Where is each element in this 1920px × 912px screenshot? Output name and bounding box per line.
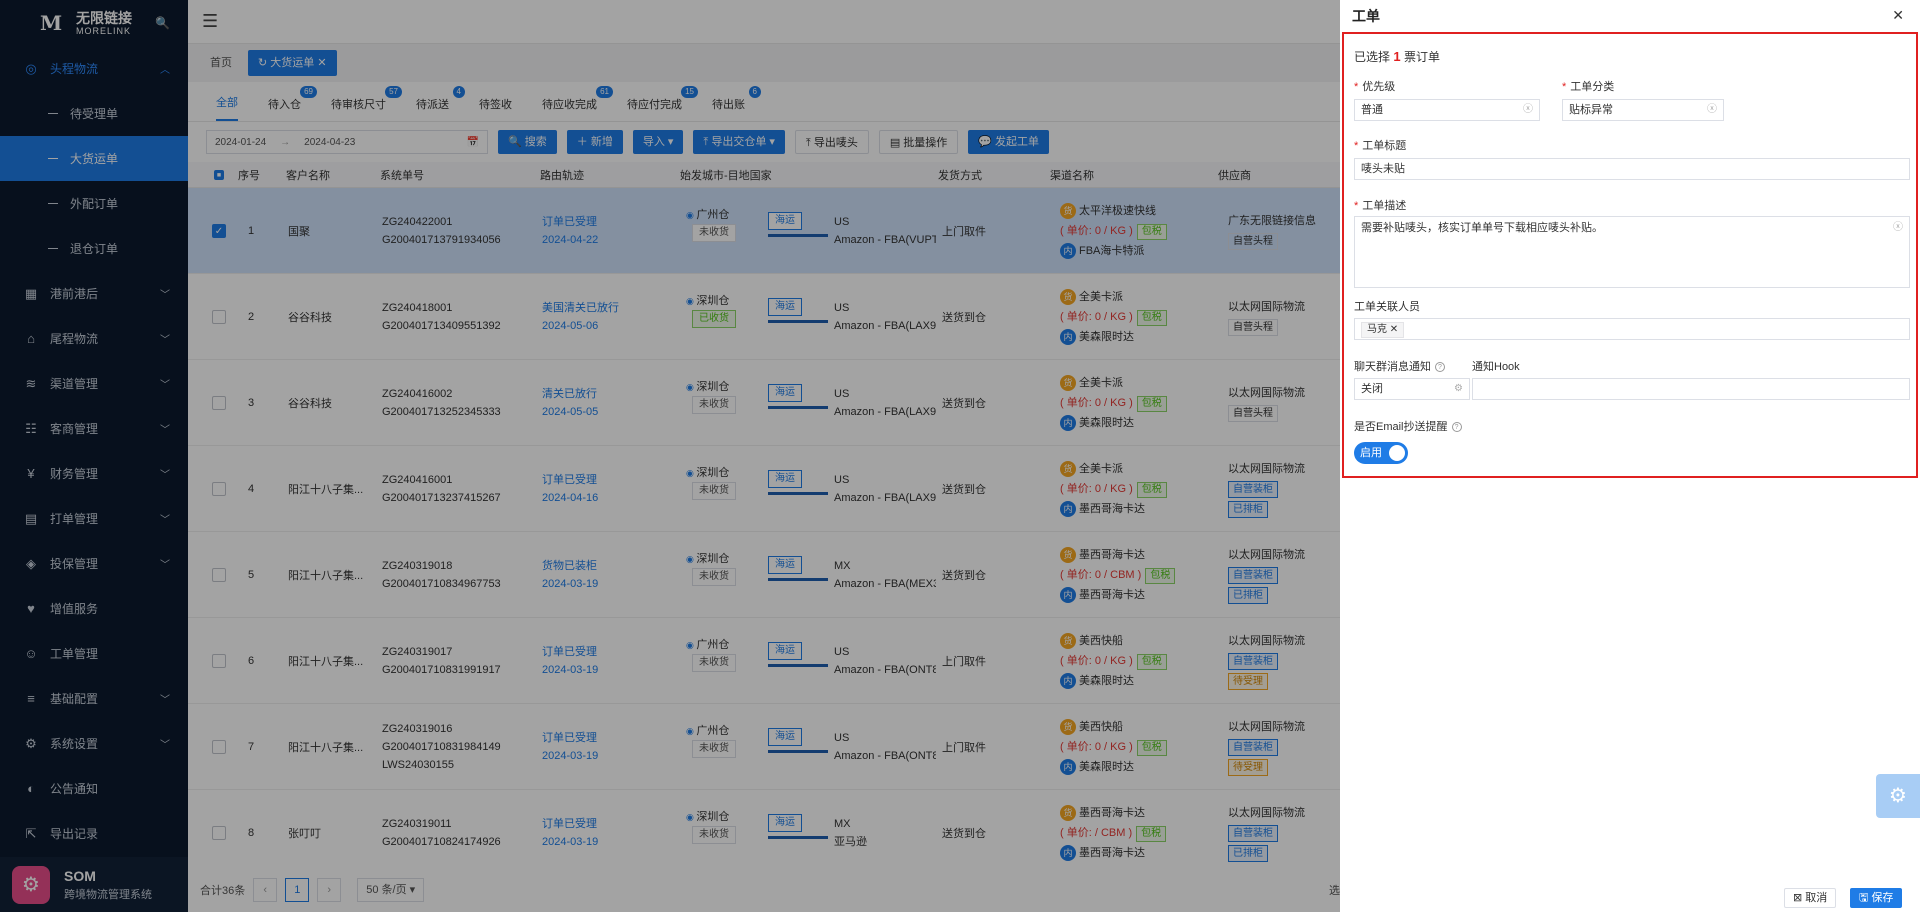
clear-icon[interactable]: ⓧ — [1523, 100, 1533, 120]
cancel-button[interactable]: ⊠ 取消 — [1784, 888, 1837, 908]
chat-label-text: 聊天群消息通知 — [1354, 361, 1431, 373]
chat-value: 关闭 — [1361, 383, 1383, 395]
email-label-text: 是否Email抄送提醒 — [1354, 421, 1448, 433]
category-label-text: 工单分类 — [1570, 81, 1615, 93]
priority-label: * 优先级 — [1354, 81, 1396, 93]
gear-icon: ⚙ — [1454, 383, 1463, 394]
drawer-title: 工单 — [1352, 8, 1380, 24]
email-toggle[interactable]: 启用 — [1354, 442, 1408, 464]
chat-label: 聊天群消息通知? — [1354, 358, 1445, 374]
help-icon: ? — [1435, 362, 1445, 373]
person-tag: 马克 ✕ — [1361, 322, 1405, 338]
selected-suffix: 票订单 — [1403, 50, 1440, 64]
chat-select[interactable]: 关闭 ⚙ — [1354, 378, 1470, 400]
category-value: 贴标异常 — [1569, 104, 1613, 116]
desc-value: 需要补贴唛头，核实订单单号下载相应唛头补贴。 — [1361, 222, 1603, 234]
ticket-form: 已选择 1 票订单 * 优先级 普通 ⓧ * 工单分类 贴标异常 ⓧ * 工单标题 唛头未… — [1342, 32, 1918, 478]
modal-overlay[interactable] — [0, 0, 1340, 912]
settings-float-icon[interactable]: ⚙ — [1876, 774, 1920, 818]
toggle-knob — [1389, 445, 1405, 461]
desc-textarea[interactable]: 需要补贴唛头，核实订单单号下载相应唛头补贴。 ⓧ — [1354, 216, 1910, 288]
desc-label-text: 工单描述 — [1362, 200, 1407, 212]
title-input[interactable]: 唛头未贴 — [1354, 158, 1910, 180]
title-value: 唛头未贴 — [1361, 163, 1405, 175]
priority-value: 普通 — [1361, 104, 1383, 116]
email-toggle-label: 启用 — [1360, 447, 1382, 459]
person-select[interactable]: 马克 ✕ — [1354, 318, 1910, 340]
clear-icon[interactable]: ⓧ — [1893, 221, 1903, 235]
save-button[interactable]: 🖫 保存 — [1850, 888, 1903, 908]
email-label: 是否Email抄送提醒? — [1354, 418, 1462, 434]
close-icon[interactable]: ✕ — [1892, 7, 1904, 24]
cancel-label: 取消 — [1805, 892, 1828, 904]
priority-label-text: 优先级 — [1362, 81, 1396, 93]
person-label: 工单关联人员 — [1354, 301, 1420, 313]
selected-number: 1 — [1393, 49, 1401, 64]
category-select[interactable]: 贴标异常 ⓧ — [1562, 99, 1724, 121]
desc-label: * 工单描述 — [1354, 200, 1407, 212]
remove-tag-icon[interactable]: ✕ — [1390, 324, 1398, 335]
save-label: 保存 — [1871, 892, 1894, 904]
person-value: 马克 — [1367, 324, 1387, 335]
hook-label: 通知Hook — [1472, 361, 1520, 373]
ticket-drawer: 工单 ✕ 已选择 1 票订单 * 优先级 普通 ⓧ * 工单分类 贴标异常 ⓧ * 工单标… — [1340, 0, 1920, 912]
selected-prefix: 已选择 — [1354, 50, 1391, 64]
help-icon: ? — [1451, 422, 1462, 433]
title-label: * 工单标题 — [1354, 140, 1407, 152]
category-label: * 工单分类 — [1562, 81, 1615, 93]
hook-input[interactable] — [1472, 378, 1910, 400]
title-label-text: 工单标题 — [1362, 140, 1407, 152]
selected-count: 已选择 1 票订单 — [1354, 48, 1440, 65]
priority-select[interactable]: 普通 ⓧ — [1354, 99, 1540, 121]
clear-icon[interactable]: ⓧ — [1707, 100, 1717, 120]
